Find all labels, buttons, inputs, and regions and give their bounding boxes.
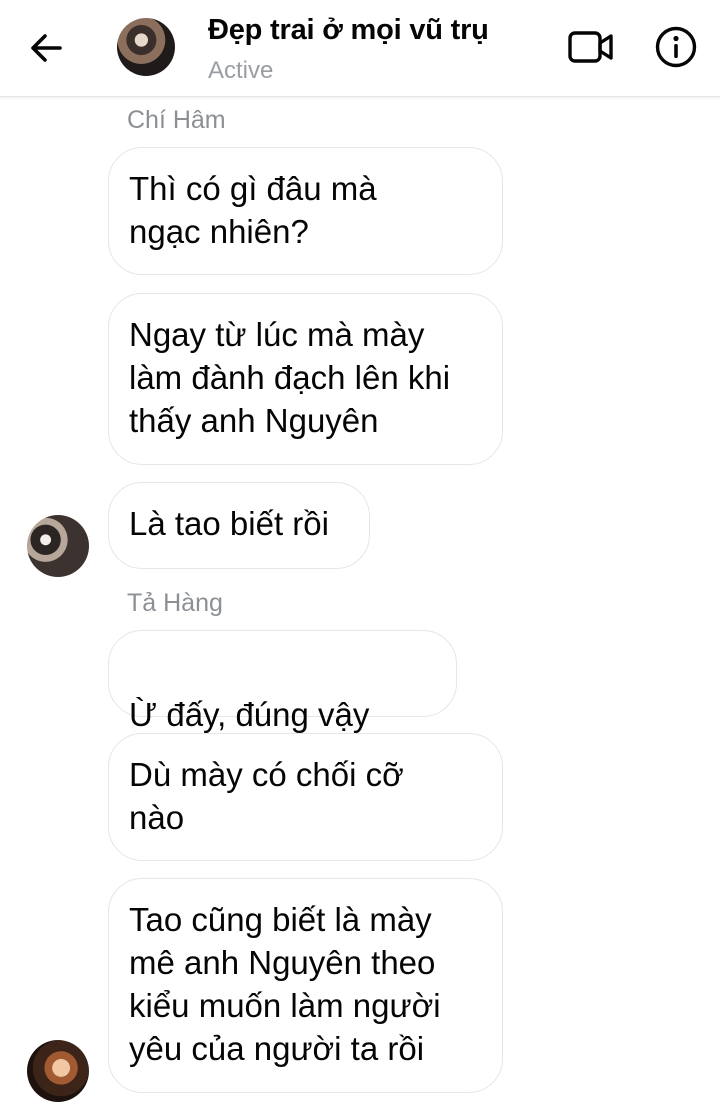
video-camera-icon — [568, 31, 613, 63]
sender-name: Chí Hâm — [127, 106, 226, 134]
back-button[interactable] — [26, 28, 66, 68]
info-icon — [655, 26, 697, 68]
message-bubble[interactable]: Dù mày có chối cỡ nào — [108, 733, 503, 861]
message-bubble[interactable]: Ngay từ lúc mà mày làm đành đạch lên khi… — [108, 293, 503, 465]
message-text: Ừ đấy, đúng vậy — [129, 696, 370, 733]
chat-header: Đẹp trai ở mọi vũ trụ Active — [0, 0, 720, 97]
arrow-left-icon — [31, 34, 62, 62]
sender-name: Tả Hàng — [127, 589, 223, 617]
message-bubble[interactable]: Ừ đấy, đúng vậy — [108, 630, 457, 774]
chat-title[interactable]: Đẹp trai ở mọi vũ trụ — [208, 14, 489, 47]
conversation-info-button[interactable] — [654, 25, 698, 69]
message-bubble[interactable]: Thì có gì đâu mà ngạc nhiên? — [108, 147, 503, 275]
contact-avatar[interactable] — [117, 18, 175, 76]
sender-avatar[interactable] — [27, 1040, 89, 1102]
sender-avatar[interactable] — [27, 515, 89, 577]
active-status: Active — [208, 57, 274, 84]
video-call-button[interactable] — [566, 26, 616, 68]
message-bubble[interactable]: Tao cũng biết là mày mê anh Nguyên theo … — [108, 878, 503, 1093]
message-bubble[interactable]: Là tao biết rồi — [108, 482, 370, 569]
